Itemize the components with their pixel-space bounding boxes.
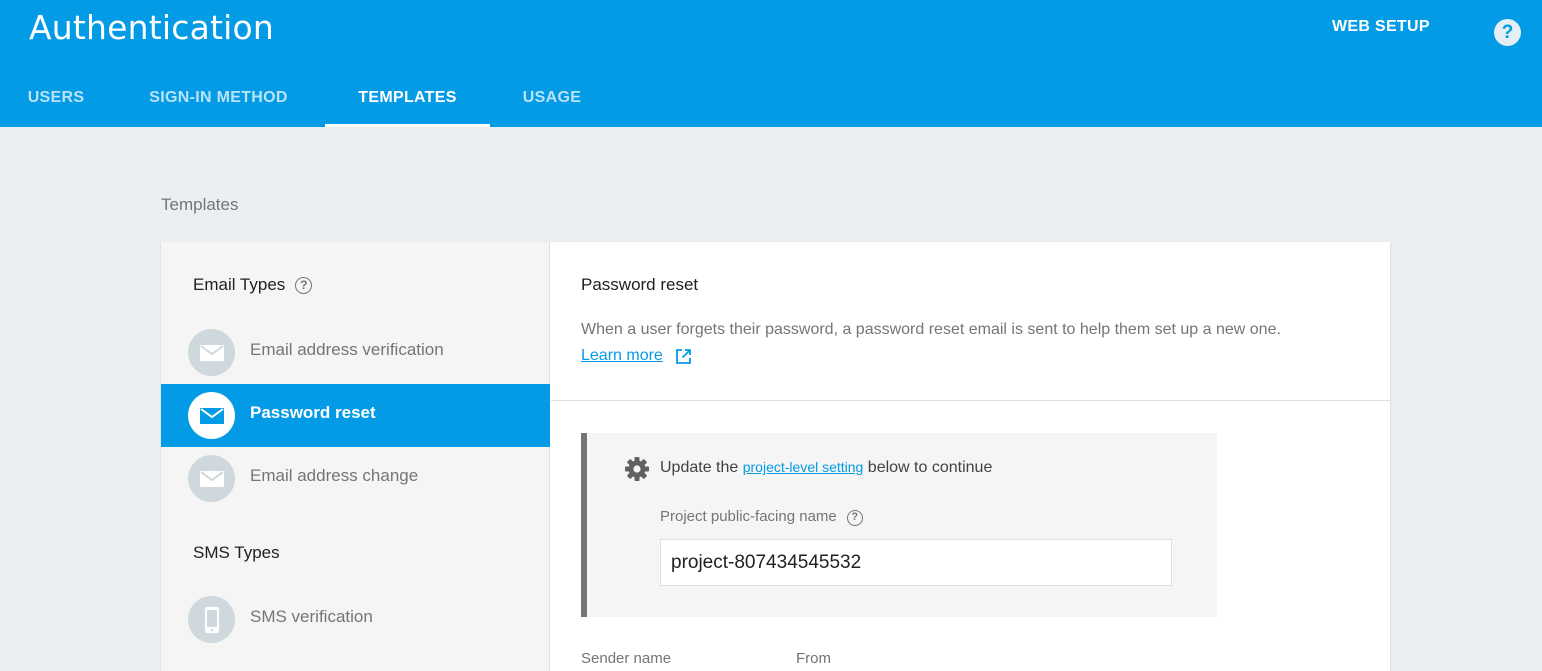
help-circle-icon[interactable]: ? [846,510,863,526]
sender-name-label: Sender name [581,650,672,667]
sidebar-item-label: Email address change [250,466,419,485]
external-link-icon[interactable] [675,348,692,365]
sidebar-item-email-verification[interactable]: Email address verification [161,321,550,384]
email-types-title: Email Types [193,275,286,294]
template-title: Password reset [581,275,699,294]
app-header: Authentication WEB SETUP ? USERS SIGN-IN… [0,0,1542,127]
sms-types-title: SMS Types [193,543,280,562]
template-detail: Password reset When a user forgets their… [551,242,1390,671]
notice-prefix: Update the [660,459,743,476]
tab-usage[interactable]: USAGE [490,74,614,127]
learn-more-link[interactable]: Learn more [581,347,663,365]
sidebar-item-password-reset[interactable]: Password reset [161,384,550,447]
public-name-input[interactable] [660,539,1172,586]
public-name-label: Project public-facing name? [660,508,863,526]
tab-users[interactable]: USERS [0,74,112,127]
project-setting-link[interactable]: project-level setting [743,459,864,475]
notice-message: Update the project-level setting below t… [660,459,992,477]
templates-card: Email Types? Email address verification … [161,242,1390,671]
template-description: When a user forgets their password, a pa… [581,321,1281,338]
mail-icon [188,392,235,439]
from-label: From [796,650,831,667]
section-label: Templates [161,195,239,214]
help-icon[interactable]: ? [1494,19,1521,46]
help-circle-icon[interactable]: ? [295,277,313,294]
template-sidebar: Email Types? Email address verification … [161,242,550,671]
web-setup-button[interactable]: WEB SETUP [1332,18,1430,36]
divider [551,400,1390,401]
gear-icon [625,457,649,481]
email-types-heading: Email Types? [193,275,313,295]
tab-sign-in-method[interactable]: SIGN-IN METHOD [112,74,325,127]
notice-suffix: below to continue [863,459,993,476]
sidebar-item-email-change[interactable]: Email address change [161,447,550,510]
settings-notice: Update the project-level setting below t… [581,433,1217,617]
sidebar-item-label: SMS verification [250,607,373,626]
sidebar-item-label: Email address verification [250,340,444,359]
mail-icon [188,455,235,502]
mail-icon [188,329,235,376]
sidebar-item-sms-verification[interactable]: SMS verification [161,588,550,651]
tab-bar: USERS SIGN-IN METHOD TEMPLATES USAGE [0,74,800,127]
page-title: Authentication [29,8,275,47]
public-name-label-text: Project public-facing name [660,508,837,525]
phone-icon [188,596,235,643]
tab-templates[interactable]: TEMPLATES [325,74,490,127]
sidebar-item-label: Password reset [250,403,376,422]
